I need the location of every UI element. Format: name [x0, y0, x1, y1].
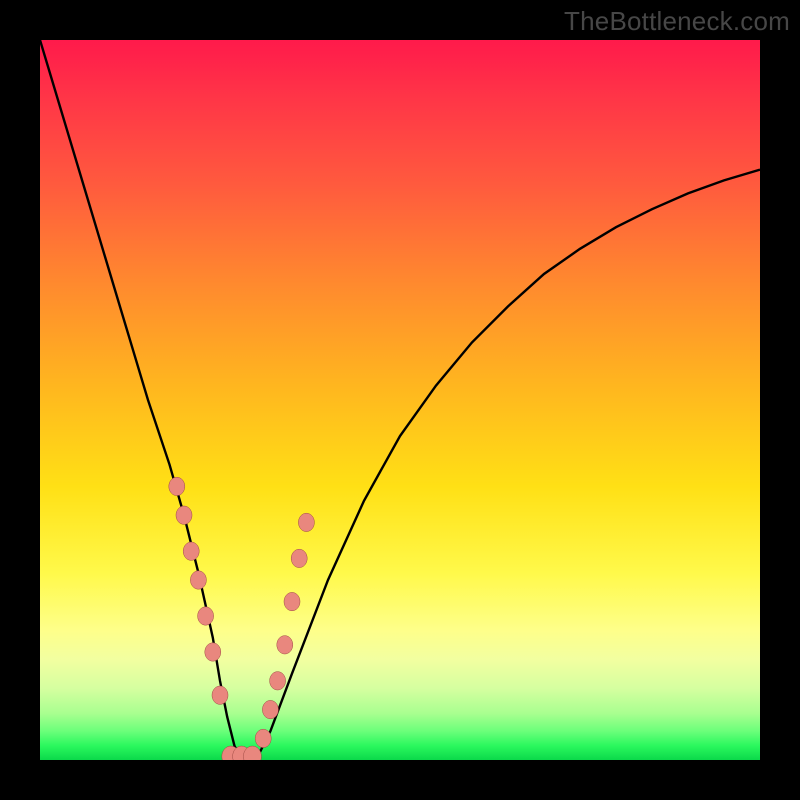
marker-dot: [262, 700, 278, 718]
marker-dot: [205, 643, 221, 661]
marker-dot: [212, 686, 228, 704]
marker-dot: [291, 549, 307, 567]
bottleneck-curve: [40, 40, 760, 760]
marker-dot: [298, 513, 314, 531]
chart-frame: TheBottleneck.com: [0, 0, 800, 800]
marker-dot: [255, 729, 271, 747]
marker-dot: [183, 542, 199, 560]
marker-dot: [176, 506, 192, 524]
plot-area: [40, 40, 760, 760]
data-markers: [169, 477, 315, 760]
marker-dot: [190, 571, 206, 589]
curve-layer: [40, 40, 760, 760]
marker-dot: [277, 636, 293, 654]
watermark-text: TheBottleneck.com: [564, 6, 790, 37]
marker-dot: [284, 592, 300, 610]
marker-dot: [198, 607, 214, 625]
marker-dot: [270, 672, 286, 690]
marker-dot: [169, 477, 185, 495]
